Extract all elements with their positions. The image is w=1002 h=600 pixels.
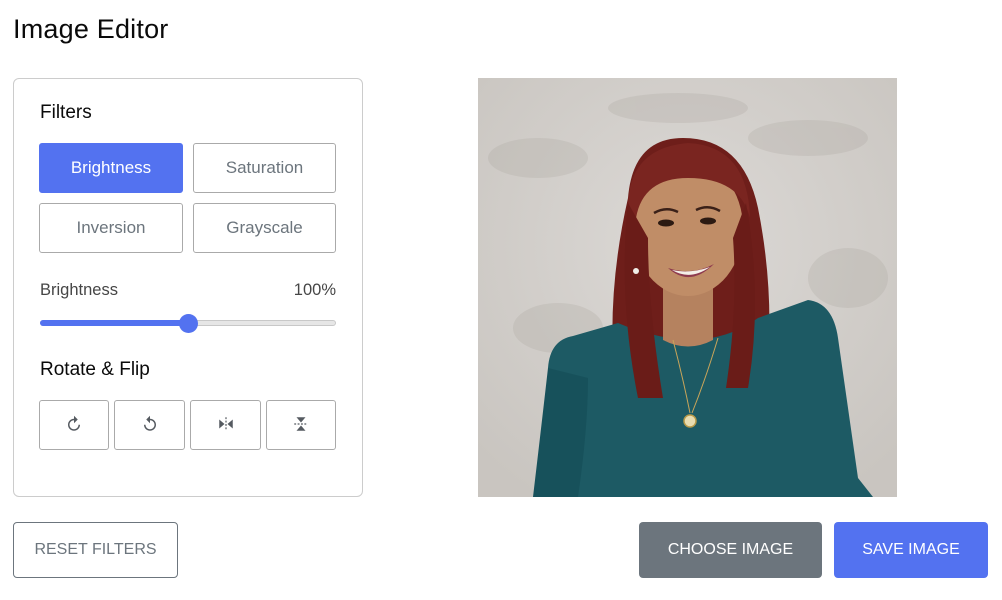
slider-value: 100% [293, 281, 336, 299]
preview-image [478, 78, 897, 497]
save-image-button[interactable]: Save Image [834, 522, 988, 578]
filter-saturation-button[interactable]: Saturation [193, 143, 336, 193]
rotate-left-button[interactable] [39, 400, 109, 450]
filter-slider[interactable] [40, 314, 336, 333]
rotate-flip-title: Rotate & Flip [40, 359, 150, 380]
slider-label: Brightness [40, 281, 118, 299]
rotate-right-icon [141, 415, 159, 436]
reset-filters-button[interactable]: Reset Filters [13, 522, 178, 578]
choose-image-button[interactable]: Choose Image [639, 522, 822, 578]
editor-panel: Filters Brightness Saturation Inversion … [13, 78, 363, 497]
slider-thumb[interactable] [179, 314, 198, 333]
filters-title: Filters [40, 102, 92, 123]
flip-vertical-icon [292, 415, 310, 436]
flip-horizontal-icon [217, 415, 235, 436]
slider-fill [40, 320, 188, 326]
rotate-left-icon [65, 415, 83, 436]
flip-vertical-button[interactable] [266, 400, 336, 450]
filter-grayscale-button[interactable]: Grayscale [193, 203, 336, 253]
filter-inversion-button[interactable]: Inversion [39, 203, 183, 253]
rotate-right-button[interactable] [114, 400, 185, 450]
flip-horizontal-button[interactable] [190, 400, 261, 450]
page-title: Image Editor [13, 14, 169, 44]
filter-brightness-button[interactable]: Brightness [39, 143, 183, 193]
image-preview [478, 78, 897, 497]
